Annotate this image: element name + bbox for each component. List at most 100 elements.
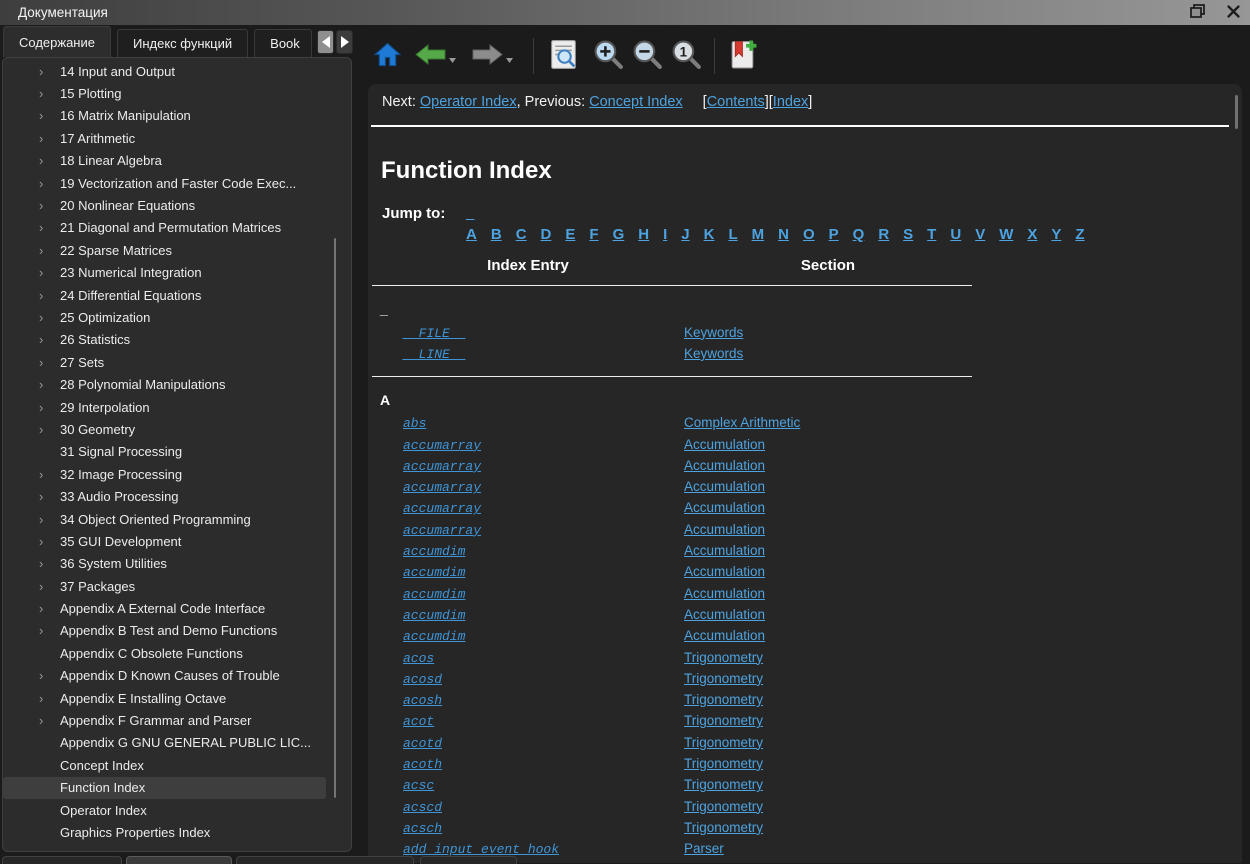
tree-item[interactable]: › 16 Matrix Manipulation	[3, 105, 351, 127]
tree-item[interactable]: › 37 Packages	[3, 575, 351, 597]
jump-letter-link[interactable]: B	[491, 226, 502, 243]
section-link[interactable]: Accumulation	[684, 522, 765, 537]
tree-item[interactable]: › 36 System Utilities	[3, 553, 351, 575]
section-link[interactable]: Trigonometry	[684, 799, 763, 814]
chevron-right-icon[interactable]: ›	[39, 289, 53, 302]
section-link[interactable]: Accumulation	[684, 586, 765, 601]
chevron-right-icon[interactable]: ›	[39, 468, 53, 481]
tree-item[interactable]: › 23 Numerical Integration	[3, 262, 351, 284]
chevron-right-icon[interactable]: ›	[39, 714, 53, 727]
function-entry-link[interactable]: acoth	[403, 757, 442, 772]
jump-letter-link[interactable]: K	[704, 226, 715, 243]
jump-letter-link[interactable]: M	[752, 226, 765, 243]
chevron-right-icon[interactable]: ›	[39, 65, 53, 78]
function-entry-link[interactable]: accumarray	[403, 480, 481, 495]
chevron-right-icon[interactable]: ›	[39, 266, 53, 279]
section-link[interactable]: Accumulation	[684, 564, 765, 579]
section-link[interactable]: Trigonometry	[684, 820, 763, 835]
tree-item[interactable]: › 24 Differential Equations	[3, 284, 351, 306]
tree-item[interactable]: › 14 Input and Output	[3, 60, 351, 82]
chevron-right-icon[interactable]: ›	[39, 311, 53, 324]
chevron-right-icon[interactable]: ›	[39, 333, 53, 346]
function-entry-link[interactable]: accumdim	[403, 565, 465, 580]
chevron-right-icon[interactable]: ›	[39, 535, 53, 548]
tree-item[interactable]: › 29 Interpolation	[3, 396, 351, 418]
jump-letter-underscore-link[interactable]: _	[466, 205, 474, 222]
section-link[interactable]: Accumulation	[684, 607, 765, 622]
jump-letter-link[interactable]: E	[565, 226, 575, 243]
jump-letter-link[interactable]: W	[999, 226, 1013, 243]
section-link[interactable]: Trigonometry	[684, 650, 763, 665]
function-entry-link[interactable]: accumdim	[403, 544, 465, 559]
function-entry-link[interactable]: acsch	[403, 821, 442, 836]
jump-letter-link[interactable]: Z	[1075, 226, 1084, 243]
jump-letter-link[interactable]: N	[778, 226, 789, 243]
jump-letter-link[interactable]: P	[829, 226, 839, 243]
jump-letter-link[interactable]: D	[541, 226, 552, 243]
section-link[interactable]: Trigonometry	[684, 756, 763, 771]
jump-letter-link[interactable]: T	[927, 226, 936, 243]
jump-letter-link[interactable]: Y	[1051, 226, 1061, 243]
section-link[interactable]: Accumulation	[684, 458, 765, 473]
section-link[interactable]: Accumulation	[684, 628, 765, 643]
tab-contents[interactable]: Содержание	[3, 26, 111, 57]
tree-item[interactable]: › 28 Polynomial Manipulations	[3, 373, 351, 395]
sidebar-scrollbar[interactable]	[334, 238, 336, 798]
tree-item[interactable]: › 18 Linear Algebra	[3, 150, 351, 172]
home-button[interactable]	[374, 41, 401, 71]
section-link[interactable]: Parser	[684, 841, 724, 856]
jump-letter-link[interactable]: G	[613, 226, 625, 243]
forward-button[interactable]	[472, 43, 513, 69]
jump-letter-link[interactable]: H	[638, 226, 649, 243]
chevron-right-icon[interactable]: ›	[39, 244, 53, 257]
chevron-right-icon[interactable]: ›	[39, 378, 53, 391]
tree-item[interactable]: › 17 Arithmetic	[3, 127, 351, 149]
tab-function-index[interactable]: Индекс функций	[117, 29, 248, 57]
tree-item[interactable]: › 31 Signal Processing	[3, 441, 351, 463]
jump-letter-link[interactable]: L	[728, 226, 737, 243]
jump-letter-link[interactable]: X	[1027, 226, 1037, 243]
function-entry-link[interactable]: acosh	[403, 693, 442, 708]
tree-item[interactable]: › 34 Object Oriented Programming	[3, 508, 351, 530]
tree-item[interactable]: › Appendix E Installing Octave	[3, 687, 351, 709]
section-link[interactable]: Accumulation	[684, 479, 765, 494]
tree-item[interactable]: › 20 Nonlinear Equations	[3, 194, 351, 216]
chevron-right-icon[interactable]: ›	[39, 669, 53, 682]
section-link[interactable]: Accumulation	[684, 543, 765, 558]
contents-link[interactable]: Contents	[707, 94, 765, 110]
chevron-right-icon[interactable]: ›	[39, 221, 53, 234]
function-entry-link[interactable]: accumdim	[403, 608, 465, 623]
index-link[interactable]: Index	[773, 94, 808, 110]
tree-item[interactable]: › Appendix C Obsolete Functions	[3, 642, 351, 664]
function-entry-link[interactable]: acsc	[403, 778, 434, 793]
back-button[interactable]	[415, 43, 456, 69]
function-entry-link[interactable]: acosd	[403, 672, 442, 687]
tree-item[interactable]: › 19 Vectorization and Faster Code Exec.…	[3, 172, 351, 194]
tree-item[interactable]: › 21 Diagonal and Permutation Matrices	[3, 217, 351, 239]
tree-item[interactable]: › Concept Index	[3, 754, 351, 776]
tree-item[interactable]: › Appendix F Grammar and Parser	[3, 709, 351, 731]
function-entry-link[interactable]: accumarray	[403, 438, 481, 453]
tab-scroll-left-button[interactable]	[317, 30, 334, 54]
tree-item[interactable]: › Appendix B Test and Demo Functions	[3, 620, 351, 642]
tree-item[interactable]: › Operator Index	[3, 799, 351, 821]
tree-item[interactable]: › Function Index	[3, 777, 326, 799]
tree-item[interactable]: › 30 Geometry	[3, 418, 351, 440]
previous-link[interactable]: Concept Index	[589, 94, 683, 110]
function-entry-link[interactable]: __LINE__	[403, 347, 465, 362]
section-link[interactable]: Trigonometry	[684, 671, 763, 686]
jump-letter-link[interactable]: F	[589, 226, 598, 243]
tree-item[interactable]: › Appendix G GNU GENERAL PUBLIC LIC...	[3, 732, 351, 754]
section-link[interactable]: Keywords	[684, 346, 743, 361]
function-entry-link[interactable]: acotd	[403, 736, 442, 751]
tree-item[interactable]: › 22 Sparse Matrices	[3, 239, 351, 261]
chevron-right-icon[interactable]: ›	[39, 109, 53, 122]
section-link[interactable]: Keywords	[684, 325, 743, 340]
chevron-right-icon[interactable]: ›	[39, 87, 53, 100]
chevron-right-icon[interactable]: ›	[39, 624, 53, 637]
chevron-right-icon[interactable]: ›	[39, 177, 53, 190]
tab-bookmarks[interactable]: Book	[254, 29, 312, 57]
function-entry-link[interactable]: __FILE__	[403, 326, 465, 341]
chevron-right-icon[interactable]: ›	[39, 513, 53, 526]
jump-letter-link[interactable]: S	[903, 226, 913, 243]
